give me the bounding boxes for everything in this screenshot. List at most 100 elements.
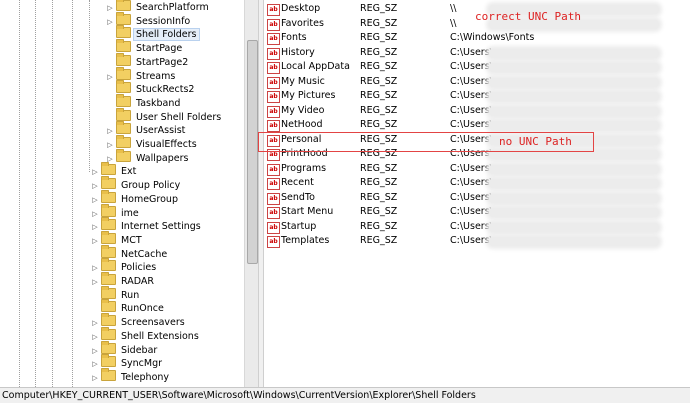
tree-item-label: SyncMgr: [121, 358, 163, 370]
tree-scrollbar-thumb[interactable]: [247, 40, 258, 264]
string-value-icon: ab: [267, 76, 280, 89]
tree-item-label: StartPage: [136, 43, 183, 55]
value-row[interactable]: ab Startup REG_SZ C:\Users\: [264, 220, 690, 235]
expand-arrow-icon[interactable]: ▷: [91, 371, 99, 385]
tree-item-label: Telephony: [121, 371, 170, 383]
key-tree[interactable]: ▷ SearchPlatform ▷ SessionInfo Shell Folders…: [0, 0, 258, 387]
tree-item-label: Shell Folders: [133, 28, 200, 42]
annotation-correct-unc: correct UNC Path: [475, 10, 581, 23]
value-data: C:\Users\: [450, 61, 493, 72]
redacted-path: [489, 164, 659, 174]
tree-item[interactable]: Run: [91, 285, 141, 302]
folder-icon: [116, 93, 131, 107]
folder-icon: [116, 107, 131, 121]
string-value-icon: ab: [267, 4, 280, 16]
value-name: Local AppData: [281, 61, 350, 72]
folder-icon: [101, 230, 116, 244]
value-data: \\: [450, 17, 457, 29]
value-row[interactable]: ab SendTo REG_SZ C:\Users\: [264, 191, 690, 206]
folder-icon: [101, 313, 116, 327]
value-row[interactable]: ab My Music REG_SZ C:\Users\: [264, 75, 690, 90]
tree-item-label: User Shell Folders: [136, 111, 222, 123]
value-name: My Music: [281, 75, 325, 87]
tree-item-label: HomeGroup: [121, 193, 178, 205]
value-type: REG_SZ: [360, 177, 398, 188]
string-value-icon: ab: [267, 207, 280, 219]
folder-icon: [116, 11, 131, 25]
value-row[interactable]: ab History REG_SZ C:\Users\: [264, 46, 690, 61]
tree-item[interactable]: ▷ Wallpapers: [106, 148, 190, 165]
value-row[interactable]: ab Templates REG_SZ C:\Users\: [264, 234, 690, 249]
tree-item-label: SessionInfo: [136, 15, 191, 27]
value-name: History: [281, 46, 315, 58]
tree-item-label: RADAR: [121, 276, 154, 287]
value-row[interactable]: ab NetHood REG_SZ C:\Users\: [264, 118, 690, 133]
value-type: REG_SZ: [360, 235, 398, 246]
folder-icon: [116, 0, 131, 11]
folder-icon: [116, 52, 131, 66]
redacted-path: [489, 77, 659, 87]
tree-item-label: UserAssist: [136, 125, 186, 137]
value-name: My Pictures: [281, 90, 336, 101]
tree-guide-line: [19, 0, 20, 387]
tree-item-label: StartPage2: [136, 56, 189, 68]
value-type: REG_SZ: [360, 90, 398, 101]
tree-guide-line: [35, 0, 36, 387]
redacted-path: [489, 222, 659, 232]
values-list[interactable]: ab Desktop REG_SZ \\ ab Favorites REG_SZ \\ ab Fo…: [264, 0, 690, 387]
tree-item-label: Ext: [121, 166, 137, 178]
redacted-path: [489, 92, 659, 101]
value-type: REG_SZ: [360, 220, 398, 232]
folder-icon: [101, 367, 116, 381]
tree-item-label: VisualEffects: [136, 139, 197, 150]
value-name: Fonts: [281, 32, 307, 43]
folder-icon: [101, 285, 116, 299]
tree-item[interactable]: ▷ MCT: [91, 230, 144, 247]
value-name: NetHood: [281, 119, 323, 130]
folder-icon: [116, 25, 131, 39]
redacted-path: [489, 48, 659, 58]
value-row[interactable]: ab Start Menu REG_SZ C:\Users\: [264, 205, 690, 220]
tree-item-label: Streams: [136, 70, 176, 82]
value-name: Startup: [281, 220, 317, 232]
value-row[interactable]: ab My Pictures REG_SZ C:\Users\: [264, 89, 690, 104]
value-data: C:\Users\: [450, 162, 493, 174]
value-row[interactable]: ab Fonts REG_SZ C:\Windows\Fonts: [264, 31, 690, 46]
folder-icon: [116, 135, 131, 148]
value-row[interactable]: ab My Video REG_SZ C:\Users\: [264, 104, 690, 119]
tree-item[interactable]: ▷ Ext: [91, 162, 138, 178]
value-type: REG_SZ: [360, 3, 398, 14]
string-value-icon: ab: [267, 120, 280, 132]
folder-icon: [116, 39, 131, 53]
tree-item-label: MCT: [121, 234, 142, 246]
value-row[interactable]: ab Recent REG_SZ C:\Users\: [264, 176, 690, 191]
value-name: My Video: [281, 104, 325, 116]
string-value-icon: ab: [267, 33, 280, 45]
tree-scrollbar[interactable]: [244, 0, 258, 387]
folder-icon: [101, 189, 116, 203]
value-data: C:\Users\: [450, 206, 493, 217]
value-row[interactable]: ab Local AppData REG_SZ C:\Users\: [264, 60, 690, 75]
folder-icon: [101, 299, 116, 313]
tree-item[interactable]: ▷ Telephony: [91, 367, 171, 385]
value-data: C:\Users\: [450, 235, 493, 246]
folder-icon: [101, 272, 116, 285]
value-data: C:\Windows\Fonts: [450, 32, 535, 43]
value-data: C:\Users\: [450, 90, 493, 101]
value-row[interactable]: ab Programs REG_SZ C:\Users\: [264, 162, 690, 177]
string-value-icon: ab: [267, 105, 280, 118]
value-name: Recent: [281, 177, 314, 188]
value-name: Favorites: [281, 17, 324, 29]
redacted-path: [489, 237, 659, 246]
value-type: REG_SZ: [360, 206, 398, 217]
folder-icon: [116, 80, 131, 94]
value-type: REG_SZ: [360, 32, 398, 43]
folder-icon: [101, 162, 116, 176]
folder-icon: [116, 148, 131, 162]
tree-item-label: Policies: [121, 262, 157, 274]
tree-item-label: SearchPlatform: [136, 2, 209, 13]
folder-icon: [101, 244, 116, 258]
tree-item[interactable]: ▷ ime: [91, 203, 141, 220]
folder-icon: [101, 258, 116, 272]
tree-item-label: Taskband: [136, 97, 181, 109]
